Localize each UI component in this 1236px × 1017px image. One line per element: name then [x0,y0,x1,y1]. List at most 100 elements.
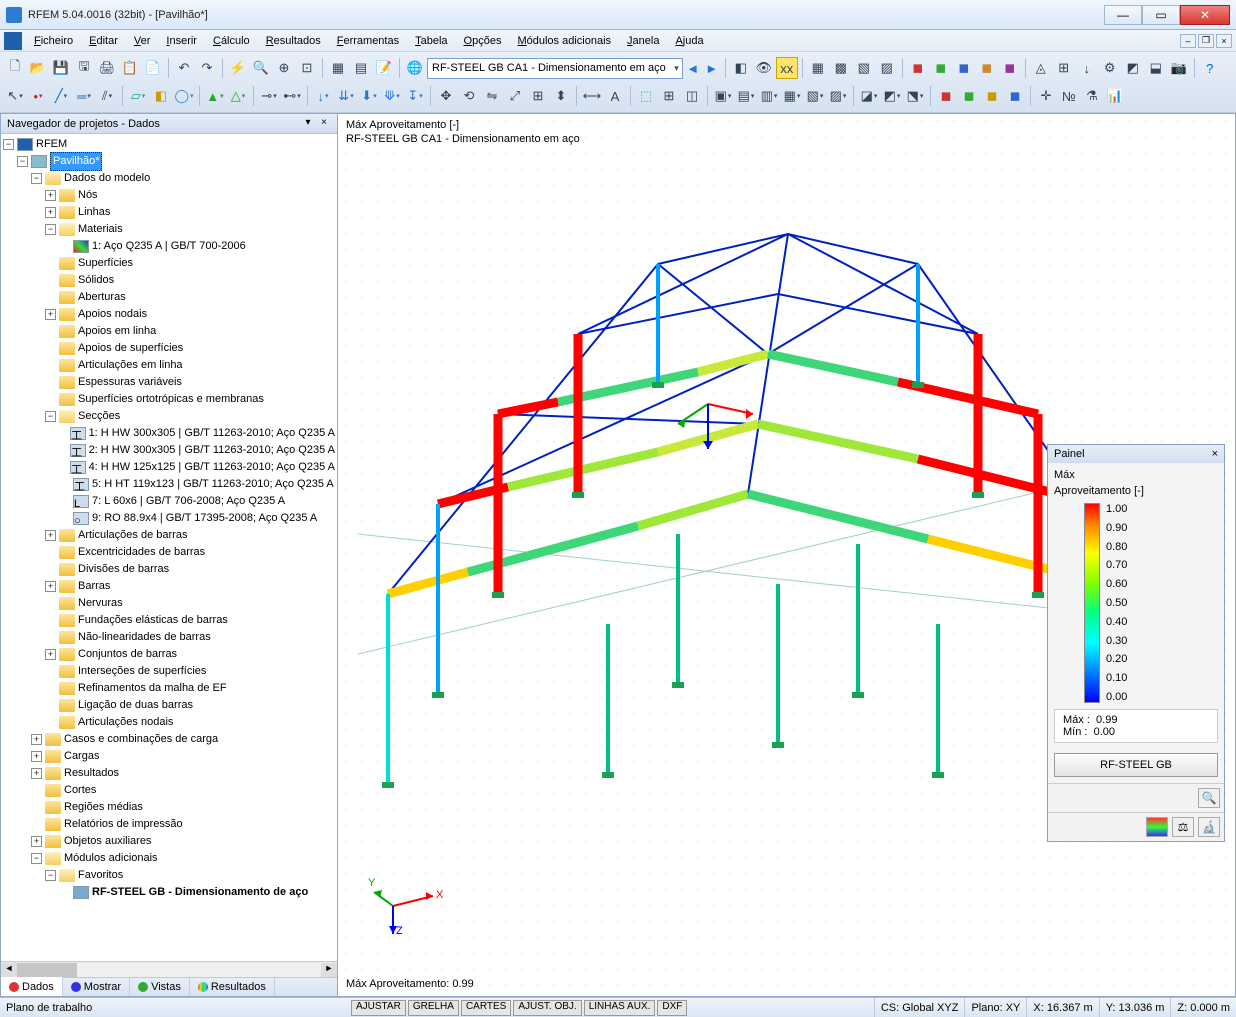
tree-excentric[interactable]: Excentricidades de barras [78,544,205,561]
tree-sec2[interactable]: 2: H HW 300x305 | GB/T 11263-2010; Aço Q… [89,442,335,459]
menu-modulos[interactable]: Módulos adicionais [509,33,619,49]
scroll-left-icon[interactable]: ◄ [1,963,17,977]
tb-b-icon[interactable]: ▤ [735,85,757,107]
tree-modeldata[interactable]: Dados do modelo [64,170,150,187]
menu-inserir[interactable]: Inserir [158,33,205,49]
panel-close-icon[interactable]: × [1212,448,1218,460]
world-icon[interactable]: 🌐 [404,57,426,79]
tree-sec7[interactable]: 7: L 60x6 | GB/T 706-2008; Aço Q235 A [92,493,285,510]
toggle-linhasaux[interactable]: LINHAS AUX. [584,1000,656,1016]
rotate-icon[interactable]: ⟲ [458,85,480,107]
copy-icon[interactable]: 📋 [119,57,141,79]
box-icon[interactable]: ◫ [681,85,703,107]
tree-objetos[interactable]: Objetos auxiliares [64,833,151,850]
tree-favoritos[interactable]: Favoritos [78,867,123,884]
menu-editar[interactable]: Editar [81,33,126,49]
tree-suporto[interactable]: Superfícies ortotrópicas e membranas [78,391,264,408]
iso3-icon[interactable]: ⬔ [904,85,926,107]
model-viewport[interactable]: Máx Aproveitamento [-] RF-STEEL GB CA1 -… [338,113,1236,997]
tree-seccoes[interactable]: Secções [78,408,120,425]
menu-ficheiro[interactable]: Ficheiro [26,33,81,49]
help-icon[interactable]: ? [1199,57,1221,79]
move-icon[interactable]: ✥ [435,85,457,107]
tree-espvar[interactable]: Espessuras variáveis [78,374,182,391]
render4-icon[interactable]: ◼ [1004,85,1026,107]
close-button[interactable]: ✕ [1180,5,1230,25]
table2-icon[interactable]: ▤ [350,57,372,79]
render3-icon[interactable]: ◼ [981,85,1003,107]
release-icon[interactable]: ⊷ [281,85,303,107]
load3-icon[interactable]: ⬇ [358,85,380,107]
color1-icon[interactable]: ◼ [907,57,929,79]
iso2-icon[interactable]: ◩ [881,85,903,107]
iso1-icon[interactable]: ◪ [858,85,880,107]
tree-barras[interactable]: Barras [78,578,110,595]
num-icon[interactable]: № [1058,85,1080,107]
tree-ligbarras[interactable]: Ligação de duas barras [78,697,193,714]
extrude-icon[interactable]: ⬍ [550,85,572,107]
tree-refinmalha[interactable]: Refinamentos da malha de EF [78,680,227,697]
print-icon[interactable]: 🖨 [96,57,118,79]
color3-icon[interactable]: ◼ [953,57,975,79]
tree-nos[interactable]: Nós [78,187,98,204]
load1-icon[interactable]: ↓ [312,85,334,107]
menu-resultados[interactable]: Resultados [258,33,329,49]
text-icon[interactable]: A [604,85,626,107]
undo-icon[interactable]: ↶ [173,57,195,79]
menu-calculo[interactable]: Cálculo [205,33,258,49]
tree-sec9[interactable]: 9: RO 88.9x4 | GB/T 17395-2008; Aço Q235… [92,510,317,527]
bolt-icon[interactable]: ⚡ [227,57,249,79]
menu-tabela[interactable]: Tabela [407,33,455,49]
mirror-icon[interactable]: ⇋ [481,85,503,107]
display3-icon[interactable]: ▧ [853,57,875,79]
prev-case-icon[interactable]: ◄ [684,57,702,79]
axis-icon[interactable]: ✛ [1035,85,1057,107]
panel-zoom-icon[interactable]: 🔍 [1198,788,1220,808]
table-icon[interactable]: ▦ [327,57,349,79]
tree-cortes[interactable]: Cortes [64,782,96,799]
tree-nervuras[interactable]: Nervuras [78,595,123,612]
load4-icon[interactable]: ⟱ [381,85,403,107]
support1-icon[interactable]: ▲ [204,85,226,107]
display1-icon[interactable]: ▦ [807,57,829,79]
cam-icon[interactable]: 📷 [1168,57,1190,79]
menu-ajuda[interactable]: Ajuda [667,33,711,49]
tool-c-icon[interactable]: ⬓ [1145,57,1167,79]
tree-divisoes[interactable]: Divisões de barras [78,561,169,578]
tree-articbarras[interactable]: Articulações de barras [78,527,187,544]
search-icon[interactable]: 🔍 [250,57,272,79]
display2-icon[interactable]: ▩ [830,57,852,79]
next-case-icon[interactable]: ► [703,57,721,79]
menu-janela[interactable]: Janela [619,33,667,49]
color2-icon[interactable]: ◼ [930,57,952,79]
mdi-close[interactable]: × [1216,34,1232,48]
panel-legend-icon[interactable]: . [1146,817,1168,837]
tree-linhas[interactable]: Linhas [78,204,110,221]
surface-icon[interactable]: ▱ [127,85,149,107]
tree-modulos[interactable]: Módulos adicionais [64,850,158,867]
filter-icon[interactable]: ⚗ [1081,85,1103,107]
menu-opcoes[interactable]: Opções [456,33,510,49]
load2-icon[interactable]: ⇊ [335,85,357,107]
node-icon[interactable]: • [27,85,49,107]
array-icon[interactable]: ⊞ [527,85,549,107]
maximize-button[interactable]: ▭ [1142,5,1180,25]
opening-icon[interactable]: ◯ [173,85,195,107]
render2-icon[interactable]: ◼ [958,85,980,107]
mdi-restore[interactable]: ❐ [1198,34,1214,48]
tree-cargas[interactable]: Cargas [64,748,99,765]
open-icon[interactable]: 📂 [27,57,49,79]
toggle-dxf[interactable]: DXF [657,1000,687,1016]
tool-a-icon[interactable]: ⚙ [1099,57,1121,79]
display4-icon[interactable]: ▨ [876,57,898,79]
tree-casos[interactable]: Casos e combinações de carga [64,731,218,748]
tree-sec5[interactable]: 5: H HT 119x123 | GB/T 11263-2010; Aço Q… [92,476,334,493]
tb-a-icon[interactable]: ▣ [712,85,734,107]
tree-solidos[interactable]: Sólidos [78,272,114,289]
tree-aberturas[interactable]: Aberturas [78,289,126,306]
color5-icon[interactable]: ◼ [999,57,1021,79]
mdi-minimize[interactable]: – [1180,34,1196,48]
line-icon[interactable]: ╱ [50,85,72,107]
module-button[interactable]: RF-STEEL GB [1054,753,1218,777]
navigator-close-icon[interactable]: × [317,117,331,131]
